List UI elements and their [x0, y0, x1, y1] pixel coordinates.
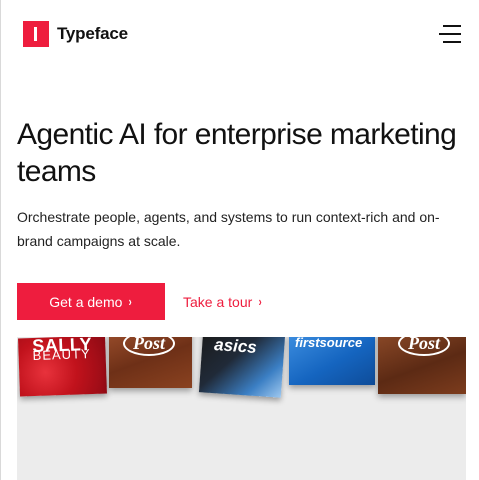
firstsource-card: firstsource — [289, 337, 375, 385]
asics-card: asics — [198, 337, 286, 398]
typeface-logo-icon — [23, 21, 49, 47]
get-a-demo-button[interactable]: Get a demo › — [17, 283, 165, 320]
sally-beauty-card: SALLY BEAUTY — [18, 337, 107, 397]
get-a-demo-label: Get a demo — [49, 293, 123, 310]
take-a-tour-link[interactable]: Take a tour › — [183, 283, 263, 320]
brand-name: Typeface — [57, 24, 128, 43]
firstsource-logo: firstsource — [295, 337, 363, 350]
sally-beauty-logo-line2: BEAUTY — [32, 346, 91, 364]
post-card: Post — [109, 337, 192, 388]
hamburger-menu-icon[interactable] — [439, 25, 463, 43]
brand-showcase-gallery: SALLY BEAUTY Post asics firstsource Post — [17, 337, 466, 480]
hero-title: Agentic AI for enterprise marketing team… — [17, 118, 457, 188]
post-logo: Post — [398, 337, 451, 356]
chevron-right-icon: › — [258, 294, 262, 309]
site-header: Typeface — [1, 0, 479, 70]
asics-logo: asics — [213, 337, 258, 357]
chevron-right-icon: › — [129, 294, 133, 309]
post-logo: Post — [123, 337, 176, 356]
take-a-tour-label: Take a tour — [183, 293, 253, 310]
post-card: Post — [378, 337, 466, 394]
brand-logo[interactable]: Typeface — [23, 21, 128, 47]
hero-subtitle: Orchestrate people, agents, and systems … — [17, 209, 440, 249]
